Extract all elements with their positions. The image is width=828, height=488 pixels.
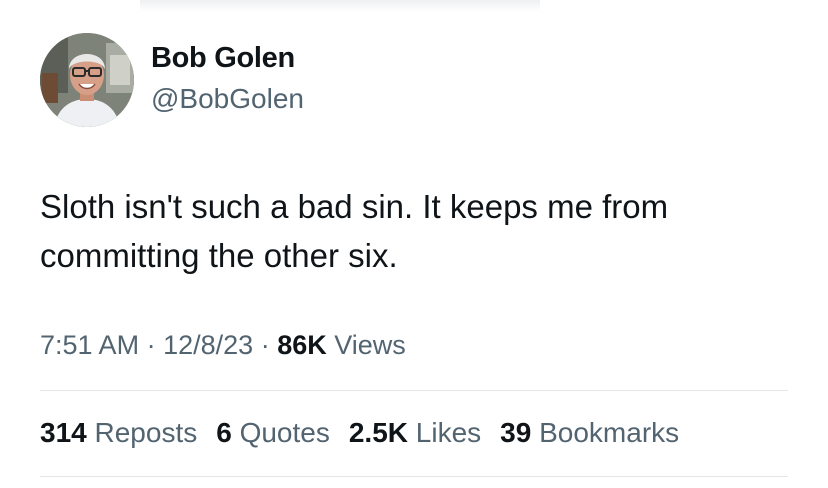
- divider: [40, 476, 788, 477]
- meta-separator: ·: [146, 330, 156, 360]
- author-name[interactable]: Bob Golen: [151, 42, 295, 75]
- tweet-card: Bob Golen @BobGolen Sloth isn't such a b…: [0, 0, 828, 488]
- quotes-label: Quotes: [239, 417, 330, 448]
- tweet-time[interactable]: 7:51 AM: [40, 330, 139, 360]
- quotes-count: 6: [216, 417, 232, 448]
- reposts-count: 314: [40, 417, 87, 448]
- tweet-date[interactable]: 12/8/23: [163, 330, 253, 360]
- author-handle[interactable]: @BobGolen: [151, 83, 304, 115]
- tweet-meta: 7:51 AM · 12/8/23 · 86K Views: [40, 330, 406, 361]
- reposts-stat[interactable]: 314 Reposts: [40, 417, 197, 449]
- tweet-text: Sloth isn't such a bad sin. It keeps me …: [40, 188, 669, 274]
- views-label: Views: [334, 330, 406, 360]
- likes-stat[interactable]: 2.5K Likes: [349, 417, 481, 449]
- bookmarks-label: Bookmarks: [539, 417, 680, 448]
- top-shadow: [140, 0, 540, 12]
- bookmarks-count: 39: [500, 417, 532, 448]
- bookmarks-stat[interactable]: 39 Bookmarks: [500, 417, 679, 449]
- engagement-stats: 314 Reposts 6 Quotes 2.5K Likes 39 Bookm…: [40, 417, 679, 449]
- meta-separator: ·: [260, 330, 270, 360]
- views-count: 86K: [277, 330, 327, 360]
- likes-count: 2.5K: [348, 417, 409, 448]
- likes-label: Likes: [415, 417, 482, 448]
- reposts-label: Reposts: [94, 417, 198, 448]
- avatar[interactable]: [40, 33, 134, 127]
- avatar-photo: [40, 33, 134, 127]
- divider: [40, 390, 788, 391]
- quotes-stat[interactable]: 6 Quotes: [216, 417, 330, 449]
